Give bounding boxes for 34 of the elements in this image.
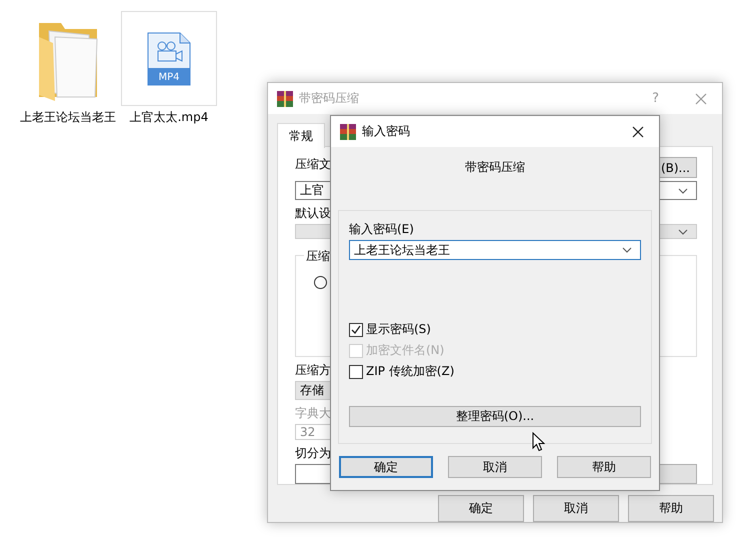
dialog-button[interactable]: 确定	[339, 456, 433, 478]
desktop-icon[interactable]: 上老王论坛当老王	[20, 11, 116, 125]
video-file-icon	[147, 32, 191, 86]
radio-button[interactable]	[314, 276, 327, 290]
field-label: 压缩方	[295, 363, 331, 378]
dialog-button[interactable]: 帮助	[557, 456, 651, 478]
stacked-books-icon	[277, 90, 293, 106]
chevron-down-icon	[678, 228, 688, 235]
field-label: 切分为	[295, 446, 331, 461]
dialog-title: 输入密码	[362, 123, 410, 140]
dialog-button[interactable]: 取消	[533, 495, 619, 522]
tab[interactable]: 常规	[277, 123, 325, 148]
field-label: 字典大	[295, 406, 331, 421]
window-title: 带密码压缩	[299, 90, 359, 107]
file-name: 上官太太.mp4	[128, 110, 210, 125]
password-field[interactable]: 上老王论坛当老王	[349, 240, 641, 260]
field-label: 压缩文	[295, 157, 331, 172]
dialog-button[interactable]: 确定	[438, 495, 524, 522]
close-icon[interactable]	[632, 126, 644, 138]
mouse-cursor-icon	[532, 432, 545, 452]
chevron-down-icon	[678, 188, 688, 194]
dialog-button[interactable]: 取消	[448, 456, 542, 478]
stacked-books-icon	[340, 124, 356, 140]
checkbox-option[interactable]: 显示密码(S)	[349, 322, 641, 337]
checkbox-option[interactable]: ZIP 传统加密(Z)	[349, 364, 641, 379]
chevron-down-icon	[622, 247, 632, 253]
file-name: 上老王论坛当老王	[20, 110, 116, 125]
file-type-label: MP4	[157, 70, 181, 84]
field-label: 默认设	[295, 206, 331, 221]
dialog-button[interactable]: 帮助	[628, 495, 714, 522]
field-label: 输入密码(E)	[349, 222, 414, 237]
manage-passwords-button[interactable]: 整理密码(O)...	[349, 406, 641, 427]
check-icon	[350, 324, 362, 336]
dialog-heading: 带密码压缩	[464, 160, 526, 175]
